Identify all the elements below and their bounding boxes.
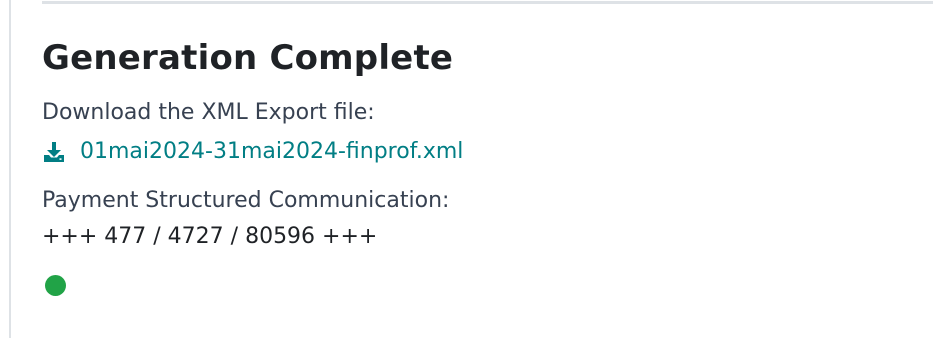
communication-value: +++ 477 / 4727 / 80596 +++ (42, 224, 378, 249)
communication-label: Payment Structured Communication: (42, 188, 450, 213)
status-dot-icon (45, 275, 66, 296)
export-panel: Generation Complete Download the XML Exp… (0, 0, 933, 338)
download-label: Download the XML Export file: (42, 100, 375, 125)
panel-content: Generation Complete Download the XML Exp… (42, 34, 933, 296)
panel-top-divider (42, 1, 933, 4)
download-icon (42, 140, 66, 164)
panel-left-border (9, 0, 11, 338)
download-file-name: 01mai2024-31mai2024-finprof.xml (80, 139, 464, 164)
download-file-link[interactable]: 01mai2024-31mai2024-finprof.xml (42, 138, 933, 166)
page-title: Generation Complete (42, 38, 454, 78)
